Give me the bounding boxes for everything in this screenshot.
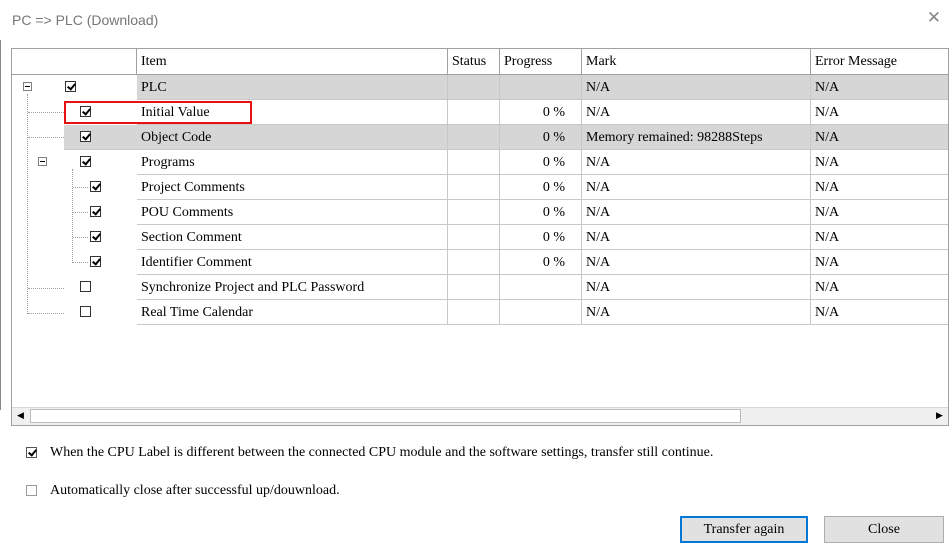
horizontal-scrollbar[interactable]: ◀ ▶ [12, 407, 948, 425]
item-cell: Object Code [137, 125, 448, 150]
table-row[interactable]: Real Time Calendar N/A N/A [12, 300, 948, 325]
error-cell: N/A [811, 300, 948, 325]
table-row[interactable]: Section Comment 0 % N/A N/A [12, 225, 948, 250]
close-button[interactable]: Close [824, 516, 944, 543]
error-cell: N/A [811, 250, 948, 275]
status-cell [448, 100, 500, 125]
header-progress[interactable]: Progress [500, 49, 582, 74]
error-cell: N/A [811, 75, 948, 100]
error-cell: N/A [811, 125, 948, 150]
collapse-icon[interactable] [38, 157, 47, 166]
row-checkbox[interactable] [90, 206, 101, 217]
error-cell: N/A [811, 150, 948, 175]
item-cell: Synchronize Project and PLC Password [137, 275, 448, 300]
item-cell: Project Comments [137, 175, 448, 200]
item-cell: Identifier Comment [137, 250, 448, 275]
cpu-label-option-label: When the CPU Label is different between … [50, 445, 714, 460]
row-tree-bg [64, 125, 137, 150]
row-checkbox[interactable] [80, 156, 91, 167]
table-row[interactable]: Programs 0 % N/A N/A [12, 150, 948, 175]
error-cell: N/A [811, 200, 948, 225]
collapse-icon[interactable] [23, 82, 32, 91]
error-cell: N/A [811, 225, 948, 250]
progress-cell [500, 300, 582, 325]
item-cell: Section Comment [137, 225, 448, 250]
error-cell: N/A [811, 275, 948, 300]
mark-cell: N/A [582, 250, 811, 275]
header-tree-col [12, 49, 137, 74]
title-bar: PC => PLC (Download) ✕ [0, 0, 951, 40]
header-mark[interactable]: Mark [582, 49, 811, 74]
row-checkbox[interactable] [80, 306, 91, 317]
status-cell [448, 75, 500, 100]
cpu-label-checkbox[interactable] [26, 447, 37, 458]
mark-cell: N/A [582, 300, 811, 325]
mark-cell: N/A [582, 275, 811, 300]
table-row[interactable]: Identifier Comment 0 % N/A N/A [12, 250, 948, 275]
scrollbar-thumb[interactable] [30, 409, 741, 423]
progress-cell: 0 % [500, 225, 582, 250]
table-row[interactable]: Synchronize Project and PLC Password N/A… [12, 275, 948, 300]
row-checkbox[interactable] [65, 81, 76, 92]
header-error-message[interactable]: Error Message [811, 49, 948, 74]
download-items-grid: Item Status Progress Mark Error Message … [11, 48, 949, 426]
close-icon[interactable]: ✕ [927, 10, 941, 27]
progress-cell [500, 275, 582, 300]
status-cell [448, 300, 500, 325]
mark-cell: N/A [582, 225, 811, 250]
row-checkbox[interactable] [80, 281, 91, 292]
left-edge [0, 40, 1, 410]
item-cell: Programs [137, 150, 448, 175]
grid-header: Item Status Progress Mark Error Message [12, 49, 948, 75]
header-item[interactable]: Item [137, 49, 448, 74]
scroll-right-icon[interactable]: ▶ [931, 408, 948, 425]
mark-cell: Memory remained: 98288Steps [582, 125, 811, 150]
progress-cell: 0 % [500, 200, 582, 225]
mark-cell: N/A [582, 150, 811, 175]
error-cell: N/A [811, 100, 948, 125]
scroll-left-icon[interactable]: ◀ [12, 408, 29, 425]
status-cell [448, 200, 500, 225]
progress-cell: 0 % [500, 100, 582, 125]
mark-cell: N/A [582, 200, 811, 225]
item-cell: PLC [137, 75, 448, 100]
status-cell [448, 175, 500, 200]
status-cell [448, 250, 500, 275]
mark-cell: N/A [582, 75, 811, 100]
mark-cell: N/A [582, 100, 811, 125]
row-checkbox[interactable] [90, 181, 101, 192]
progress-cell [500, 75, 582, 100]
table-row[interactable]: Object Code 0 % Memory remained: 98288St… [12, 125, 948, 150]
header-status[interactable]: Status [448, 49, 500, 74]
error-cell: N/A [811, 175, 948, 200]
progress-cell: 0 % [500, 150, 582, 175]
row-checkbox[interactable] [80, 131, 91, 142]
auto-close-checkbox[interactable] [26, 485, 37, 496]
status-cell [448, 275, 500, 300]
mark-cell: N/A [582, 175, 811, 200]
table-row[interactable]: Project Comments 0 % N/A N/A [12, 175, 948, 200]
window-title: PC => PLC (Download) [12, 12, 159, 28]
item-cell: POU Comments [137, 200, 448, 225]
table-row[interactable]: PLC N/A N/A [12, 75, 948, 100]
status-cell [448, 125, 500, 150]
auto-close-option-label: Automatically close after successful up/… [50, 483, 340, 498]
annotation-highlight-box [64, 101, 252, 124]
table-row[interactable]: POU Comments 0 % N/A N/A [12, 200, 948, 225]
status-cell [448, 225, 500, 250]
row-checkbox[interactable] [90, 231, 101, 242]
transfer-again-button[interactable]: Transfer again [680, 516, 808, 543]
item-cell: Real Time Calendar [137, 300, 448, 325]
status-cell [448, 150, 500, 175]
progress-cell: 0 % [500, 250, 582, 275]
progress-cell: 0 % [500, 125, 582, 150]
progress-cell: 0 % [500, 175, 582, 200]
row-checkbox[interactable] [90, 256, 101, 267]
